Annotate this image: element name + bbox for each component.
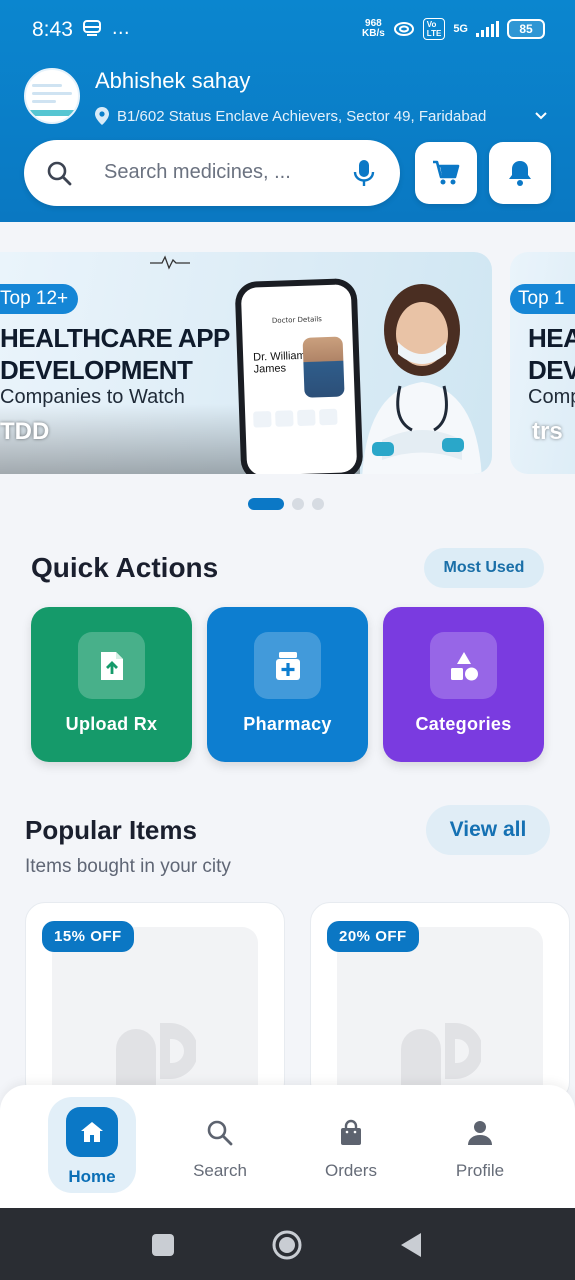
search-icon xyxy=(207,1120,233,1146)
product-card[interactable]: 20% OFF xyxy=(310,902,570,1102)
doctor-illustration xyxy=(362,284,482,474)
banner-tag: Top 12+ xyxy=(0,284,79,314)
quick-actions-title: Quick Actions xyxy=(31,552,219,583)
more-notifications-icon: … xyxy=(111,18,134,39)
network-type: 5G xyxy=(453,23,468,35)
address-selector[interactable]: B1/602 Status Enclave Achievers, Sector … xyxy=(95,105,555,127)
bottom-navigation: Home Search Orders Profile xyxy=(0,1085,575,1208)
carousel-dot[interactable] xyxy=(292,498,304,510)
recent-apps-icon[interactable] xyxy=(148,1230,178,1260)
banner-title: HEALTHCARE APP DEVELOPMENT xyxy=(0,323,230,385)
search-icon xyxy=(47,161,72,186)
discount-badge: 20% OFF xyxy=(327,921,419,952)
shopping-bag-icon xyxy=(341,1119,361,1145)
nav-profile-label: Profile xyxy=(455,1161,505,1180)
signal-icon xyxy=(476,21,499,37)
search-bar[interactable]: Search medicines, ... xyxy=(24,140,400,206)
placeholder-logo-icon xyxy=(401,1023,481,1091)
heartbeat-line-icon xyxy=(150,255,190,270)
promo-banner-next[interactable]: Top 1 HEA DEV Comp trs xyxy=(510,252,575,474)
cart-button[interactable] xyxy=(415,142,477,204)
promo-banner[interactable]: Top 12+ HEALTHCARE APP DEVELOPMENT Compa… xyxy=(0,252,492,474)
discount-badge: 15% OFF xyxy=(42,921,134,952)
banner-subtitle: Companies to Watch xyxy=(0,386,185,408)
most-used-badge: Most Used xyxy=(424,548,544,588)
upload-file-icon xyxy=(100,651,123,680)
search-input[interactable]: Search medicines, ... xyxy=(104,161,291,184)
upload-rx-label: Upload Rx xyxy=(65,714,158,734)
nav-profile[interactable]: Profile xyxy=(430,1097,530,1193)
notifications-button[interactable] xyxy=(489,142,551,204)
nav-search[interactable]: Search xyxy=(170,1097,270,1193)
bell-icon xyxy=(509,161,531,186)
status-bar: 8:43 … 968 KB/s Vo LTE 5G 85 xyxy=(0,0,575,58)
volte-badge: Vo LTE xyxy=(422,18,446,40)
shapes-icon xyxy=(450,651,478,680)
net-speed: 968 KB/s xyxy=(362,18,385,39)
train-icon xyxy=(83,20,101,36)
nav-home[interactable]: Home xyxy=(48,1097,136,1193)
nav-orders-label: Orders xyxy=(325,1161,377,1180)
pharmacy-label: Pharmacy xyxy=(243,714,332,734)
pharmacy-button[interactable]: Pharmacy xyxy=(207,607,368,762)
status-time: 8:43 xyxy=(32,18,73,41)
microphone-icon[interactable] xyxy=(350,158,378,188)
home-button-icon[interactable] xyxy=(272,1230,302,1260)
status-left-icons: … xyxy=(82,18,134,39)
back-icon[interactable] xyxy=(396,1230,426,1260)
placeholder-logo-icon xyxy=(116,1023,196,1091)
carousel-dot-active[interactable] xyxy=(248,498,284,510)
battery-icon: 85 xyxy=(507,19,545,39)
carousel-indicator[interactable] xyxy=(248,498,324,510)
banner-overlay-text: TDD xyxy=(0,418,50,445)
system-navigation-bar xyxy=(0,1208,575,1280)
popular-items-subtitle: Items bought in your city xyxy=(25,856,231,877)
app-header: 8:43 … 968 KB/s Vo LTE 5G 85 Abhishek sa… xyxy=(0,0,575,222)
location-pin-icon xyxy=(95,107,109,125)
product-card[interactable]: 15% OFF xyxy=(25,902,285,1102)
nav-home-label: Home xyxy=(68,1167,116,1186)
status-right: 968 KB/s Vo LTE 5G 85 xyxy=(362,18,545,40)
categories-label: Categories xyxy=(415,714,512,734)
cart-icon xyxy=(433,160,460,185)
pharmacy-bottle-icon xyxy=(275,651,300,680)
hotspot-icon xyxy=(393,22,414,36)
popular-items-title: Popular Items xyxy=(25,815,197,845)
avatar[interactable] xyxy=(24,68,80,124)
user-name: Abhishek sahay xyxy=(95,68,251,93)
person-icon xyxy=(468,1121,492,1145)
chevron-down-icon xyxy=(535,112,547,120)
nav-orders[interactable]: Orders xyxy=(301,1097,401,1193)
upload-rx-button[interactable]: Upload Rx xyxy=(31,607,192,762)
nav-search-label: Search xyxy=(193,1161,247,1180)
carousel-dot[interactable] xyxy=(312,498,324,510)
categories-button[interactable]: Categories xyxy=(383,607,544,762)
view-all-button[interactable]: View all xyxy=(426,805,550,855)
home-icon xyxy=(81,1122,103,1142)
address-text: B1/602 Status Enclave Achievers, Sector … xyxy=(117,107,487,125)
